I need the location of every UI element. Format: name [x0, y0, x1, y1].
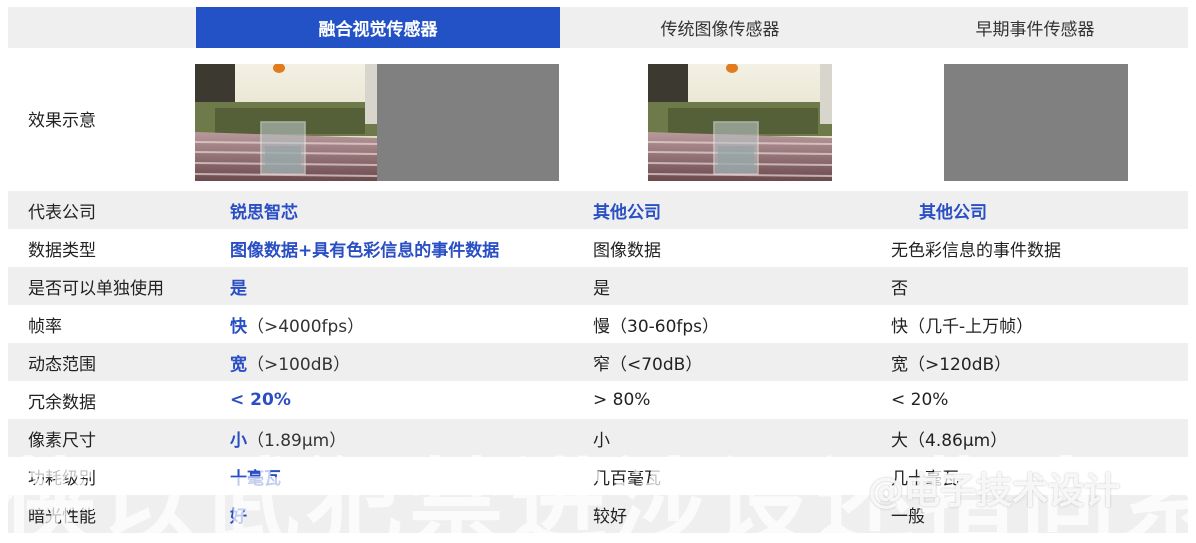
header-fusion-sensor: 融合视觉传感器: [196, 7, 560, 48]
table-row: 是否可以单独使用 是 是 否: [8, 267, 1188, 305]
row-label: 动态范围: [28, 354, 96, 375]
traditional-value: 几百毫瓦: [593, 468, 661, 489]
fusion-value: 好: [230, 495, 247, 533]
traditional-value: 其他公司: [593, 202, 661, 223]
event-value: 大（4.86μm）: [891, 430, 1008, 451]
row-label: 是否可以单独使用: [28, 278, 164, 299]
effect-label: 效果示意: [28, 110, 96, 131]
event-value: 快（几千-上万帧）: [891, 316, 1034, 337]
fusion-value-main: 是: [230, 278, 247, 299]
fusion-value: 小（1.89μm）: [230, 419, 346, 457]
watermark-logo: @电子技术设计: [868, 471, 1121, 512]
fusion-value: 快（>4000fps）: [230, 305, 364, 343]
fusion-value-main: < 20%: [230, 390, 291, 410]
row-label: 功耗级别: [28, 468, 96, 489]
fusion-value-main: 好: [230, 506, 247, 527]
traditional-sample-image: [648, 64, 832, 181]
row-label: 暗光性能: [28, 506, 96, 527]
fusion-value-main: 图像数据+具有色彩信息的事件数据: [230, 240, 500, 261]
traditional-value: 慢（30-60fps）: [593, 316, 720, 337]
header-traditional-sensor: 传统图像传感器: [660, 20, 780, 40]
row-label: 像素尺寸: [28, 430, 96, 451]
fusion-value: < 20%: [230, 381, 291, 419]
fusion-value-main: 十毫瓦: [230, 468, 281, 489]
table-row: 数据类型 图像数据+具有色彩信息的事件数据 图像数据 无色彩信息的事件数据: [8, 229, 1188, 267]
fusion-value: 是: [230, 267, 247, 305]
fusion-value-detail: （1.89μm）: [247, 430, 347, 451]
fusion-value: 图像数据+具有色彩信息的事件数据: [230, 229, 499, 267]
traditional-value: 小: [593, 430, 610, 451]
fusion-value-main: 快: [230, 316, 247, 337]
traditional-value: 图像数据: [593, 240, 661, 261]
fusion-value: 锐思智芯: [230, 191, 298, 229]
event-value: 否: [891, 278, 908, 299]
fusion-value-detail: （>4000fps）: [247, 316, 365, 337]
traditional-value: 是: [593, 278, 610, 299]
event-sample-image: [944, 64, 1128, 181]
row-label: 冗余数据: [28, 392, 96, 413]
table-row: 像素尺寸小（1.89μm）小大（4.86μm）: [8, 419, 1188, 457]
fusion-sample-image: [195, 64, 559, 181]
row-label: 数据类型: [28, 240, 96, 261]
event-value: 宽（>120dB）: [891, 354, 1012, 375]
traditional-value: > 80%: [593, 390, 651, 410]
event-value: 无色彩信息的事件数据: [891, 240, 1061, 261]
fusion-value: 十毫瓦: [230, 457, 281, 495]
event-value: < 20%: [891, 390, 949, 410]
row-label: 帧率: [28, 316, 62, 337]
fusion-value-main: 小: [230, 430, 247, 451]
event-value: 其他公司: [919, 202, 987, 223]
fusion-value-detail: （>100dB）: [247, 354, 351, 375]
traditional-value: 较好: [593, 506, 627, 527]
fusion-value: 宽（>100dB）: [230, 343, 350, 381]
header-early-event-sensor: 早期事件传感器: [975, 20, 1095, 40]
traditional-value: 窄（<70dB）: [593, 354, 703, 375]
table-row: 代表公司 锐思智芯 其他公司 其他公司: [8, 191, 1188, 229]
table-row: 动态范围 宽（>100dB） 窄（<70dB） 宽（>120dB）: [8, 343, 1188, 381]
row-label: 代表公司: [28, 202, 96, 223]
fusion-value-main: 宽: [230, 354, 247, 375]
fusion-value-main: 锐思智芯: [230, 202, 298, 223]
table-row: 冗余数据 < 20% > 80% < 20%: [8, 381, 1188, 419]
table-row: 帧率 快（>4000fps） 慢（30-60fps） 快（几千-上万帧）: [8, 305, 1188, 343]
